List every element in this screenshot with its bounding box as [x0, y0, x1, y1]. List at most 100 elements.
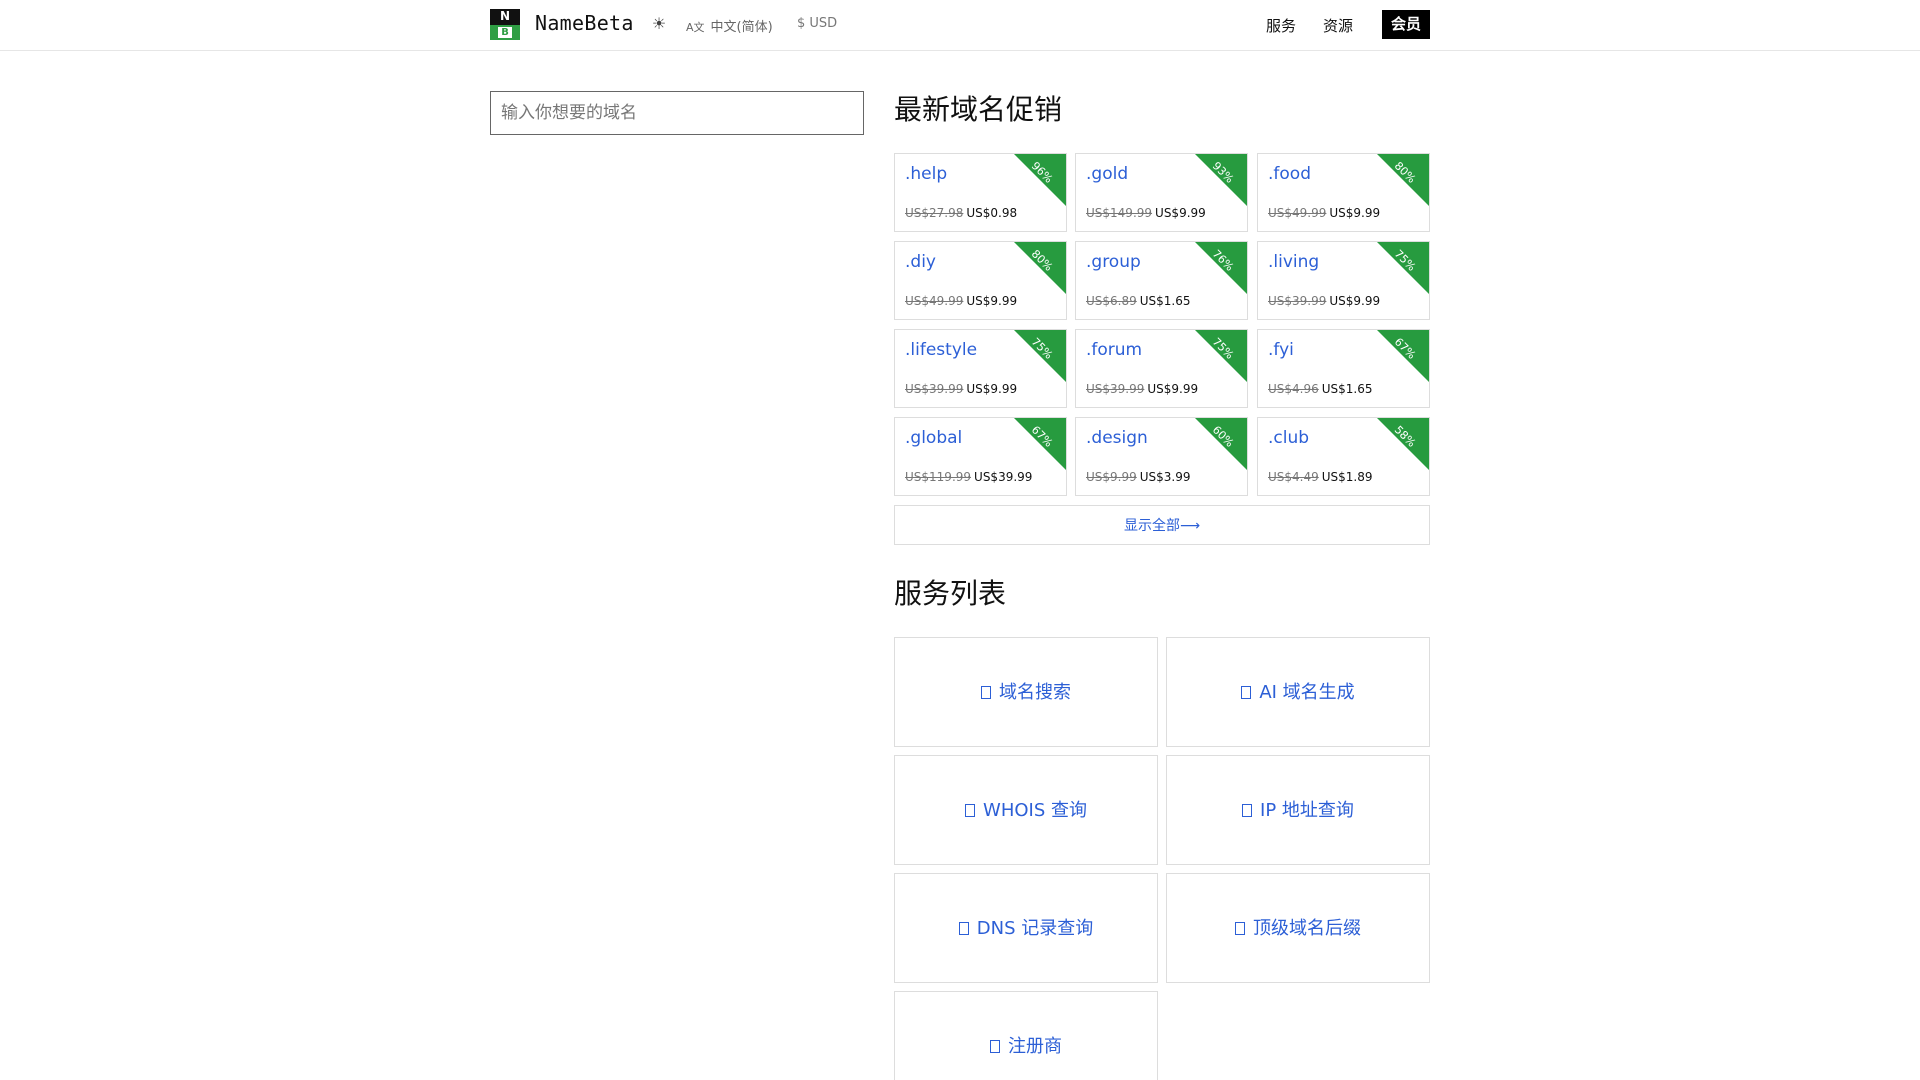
brand-name[interactable]: NameBeta	[535, 11, 634, 35]
promo-price: US$39.99 US$9.99	[1268, 294, 1380, 308]
promo-old-price: US$6.89	[1086, 294, 1137, 308]
translate-icon: A文	[686, 21, 705, 34]
discount-ribbon: 93%	[1195, 154, 1247, 206]
promo-new-price: US$9.99	[1329, 206, 1381, 220]
promo-tld[interactable]: .global	[905, 428, 962, 448]
promo-new-price: US$9.99	[1147, 382, 1199, 396]
promo-card[interactable]: .global US$119.99 US$39.99 67%	[894, 417, 1067, 496]
logo-letter-n: N	[499, 9, 511, 23]
currency-selector[interactable]: $ USD	[797, 16, 837, 31]
discount-label: 60%	[1209, 423, 1237, 450]
promo-price: US$39.99 US$9.99	[1086, 382, 1198, 396]
promo-tld[interactable]: .design	[1086, 428, 1148, 448]
discount-label: 80%	[1028, 247, 1056, 274]
promo-new-price: US$9.99	[1155, 206, 1206, 220]
discount-label: 80%	[1391, 159, 1419, 186]
promo-card[interactable]: .food US$49.99 US$9.99 80%	[1257, 153, 1430, 232]
discount-ribbon: 75%	[1377, 242, 1429, 294]
service-card-domain-search[interactable]: 域名搜索	[894, 637, 1158, 747]
service-card-registrar[interactable]: 注册商	[894, 991, 1158, 1080]
discount-ribbon: 75%	[1195, 330, 1247, 382]
promo-card[interactable]: .lifestyle US$39.99 US$9.99 75%	[894, 329, 1067, 408]
promo-card[interactable]: .help US$27.98 US$0.98 96%	[894, 153, 1067, 232]
promo-tld[interactable]: .fyi	[1268, 340, 1294, 360]
discount-label: 75%	[1391, 247, 1419, 274]
domain-search-input[interactable]	[490, 91, 864, 135]
promo-new-price: US$1.65	[1321, 382, 1373, 396]
promo-old-price: US$119.99	[905, 470, 972, 484]
promo-new-price: US$1.89	[1321, 470, 1373, 484]
service-label: 域名搜索	[999, 682, 1071, 703]
promo-card[interactable]: .living US$39.99 US$9.99 75%	[1257, 241, 1430, 320]
discount-label: 96%	[1028, 159, 1056, 186]
discount-label: 76%	[1209, 247, 1237, 274]
service-card-ai-domain[interactable]: AI 域名生成	[1166, 637, 1430, 747]
discount-ribbon: 96%	[1014, 154, 1066, 206]
promo-old-price: US$39.99	[905, 382, 964, 396]
nav-member-button[interactable]: 会员	[1382, 10, 1430, 39]
promo-tld[interactable]: .food	[1268, 164, 1311, 184]
promo-new-price: US$9.99	[1329, 294, 1381, 308]
promo-card[interactable]: .gold US$149.99 US$9.99 93%	[1075, 153, 1248, 232]
logo-letter-b: B	[498, 27, 512, 38]
promo-old-price: US$4.49	[1268, 470, 1319, 484]
services-section-title: 服务列表	[894, 577, 1007, 610]
promo-tld[interactable]: .gold	[1086, 164, 1128, 184]
discount-ribbon: 67%	[1377, 330, 1429, 382]
promo-price: US$4.96 US$1.65	[1268, 382, 1373, 396]
promo-price: US$149.99 US$9.99	[1086, 206, 1206, 220]
discount-ribbon: 80%	[1014, 242, 1066, 294]
promo-price: US$6.89 US$1.65	[1086, 294, 1191, 308]
promo-tld[interactable]: .help	[905, 164, 947, 184]
discount-ribbon: 76%	[1195, 242, 1247, 294]
promo-card[interactable]: .club US$4.49 US$1.89 58%	[1257, 417, 1430, 496]
service-label: 顶级域名后缀	[1253, 918, 1361, 939]
show-all-button[interactable]: 显示全部⟶	[894, 505, 1430, 545]
language-selector[interactable]: A文 中文(简体)	[686, 16, 773, 35]
promo-new-price: US$39.99	[974, 470, 1033, 484]
service-card-dns-lookup[interactable]: DNS 记录查询	[894, 873, 1158, 983]
nav-resources[interactable]: 资源	[1323, 15, 1353, 36]
discount-label: 58%	[1391, 423, 1419, 450]
discount-ribbon: 67%	[1014, 418, 1066, 470]
service-card-tld-list[interactable]: 顶级域名后缀	[1166, 873, 1430, 983]
registrar-icon	[990, 1040, 1000, 1053]
discount-label: 67%	[1391, 335, 1419, 362]
promo-old-price: US$49.99	[905, 294, 964, 308]
top-header: N B NameBeta ☀ A文 中文(简体) $ USD 服务 资源 会员	[0, 0, 1920, 51]
promo-old-price: US$39.99	[1268, 294, 1327, 308]
promo-card[interactable]: .design US$9.99 US$3.99 60%	[1075, 417, 1248, 496]
promo-card[interactable]: .group US$6.89 US$1.65 76%	[1075, 241, 1248, 320]
discount-ribbon: 80%	[1377, 154, 1429, 206]
promo-tld[interactable]: .forum	[1086, 340, 1142, 360]
promo-card[interactable]: .forum US$39.99 US$9.99 75%	[1075, 329, 1248, 408]
nav-services[interactable]: 服务	[1266, 15, 1296, 36]
promo-tld[interactable]: .living	[1268, 252, 1319, 272]
service-card-ip-lookup[interactable]: IP 地址查询	[1166, 755, 1430, 865]
tld-icon	[1235, 922, 1245, 935]
promo-card[interactable]: .fyi US$4.96 US$1.65 67%	[1257, 329, 1430, 408]
promo-tld[interactable]: .lifestyle	[905, 340, 977, 360]
promo-tld[interactable]: .group	[1086, 252, 1141, 272]
promo-price: US$49.99 US$9.99	[1268, 206, 1380, 220]
namebeta-logo[interactable]: N B	[490, 9, 520, 40]
promo-old-price: US$49.99	[1268, 206, 1327, 220]
language-label: 中文(简体)	[710, 20, 773, 35]
whois-icon	[965, 804, 976, 817]
discount-ribbon: 60%	[1195, 418, 1247, 470]
discount-label: 75%	[1209, 335, 1237, 362]
search-icon	[981, 686, 991, 699]
ai-icon	[1241, 686, 1252, 699]
promo-old-price: US$149.99	[1086, 206, 1153, 220]
service-card-whois[interactable]: WHOIS 查询	[894, 755, 1158, 865]
promo-tld[interactable]: .club	[1268, 428, 1309, 448]
promo-section-title: 最新域名促销	[894, 93, 1063, 126]
promo-price: US$27.98 US$0.98	[905, 206, 1017, 220]
promo-tld[interactable]: .diy	[905, 252, 936, 272]
promo-old-price: US$27.98	[905, 206, 964, 220]
promo-new-price: US$9.99	[966, 382, 1018, 396]
promo-card[interactable]: .diy US$49.99 US$9.99 80%	[894, 241, 1067, 320]
sun-icon[interactable]: ☀	[650, 14, 668, 34]
promo-price: US$9.99 US$3.99	[1086, 470, 1191, 484]
promo-new-price: US$0.98	[966, 206, 1018, 220]
